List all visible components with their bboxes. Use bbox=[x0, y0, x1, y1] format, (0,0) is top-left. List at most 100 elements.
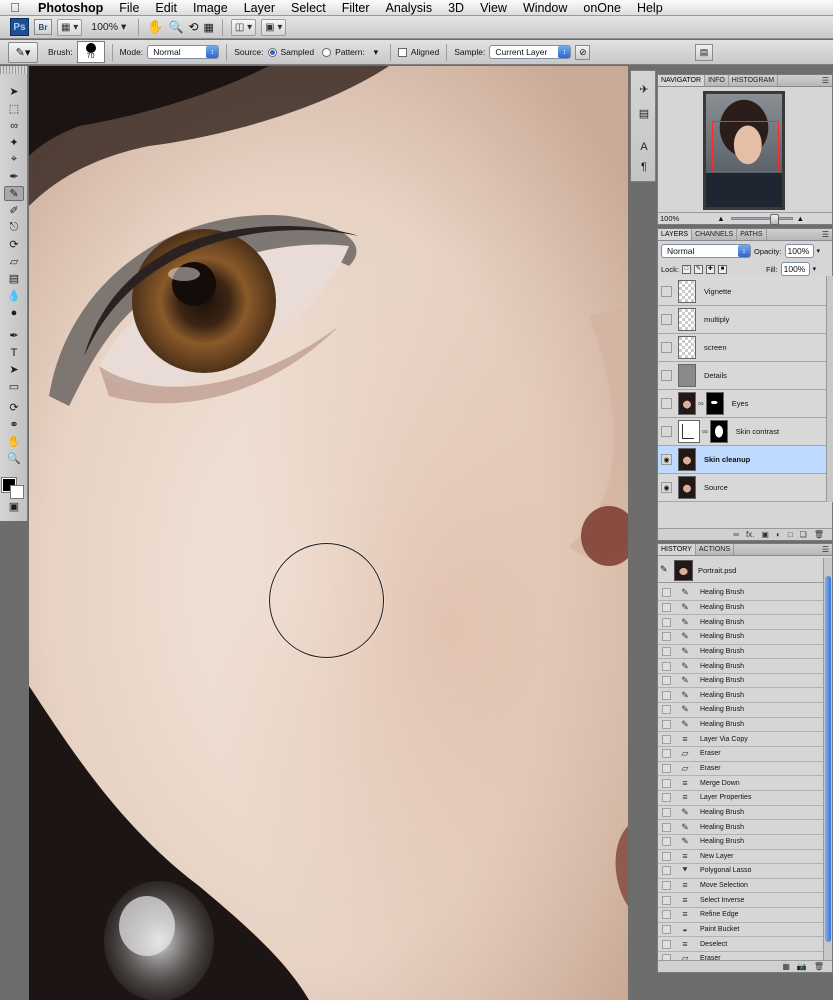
history-item[interactable]: ✎ Healing Brush bbox=[658, 718, 826, 733]
menu-onone[interactable]: onOne bbox=[575, 0, 629, 16]
eye-icon[interactable]: ◉ bbox=[661, 454, 672, 465]
layers-scrollbar[interactable] bbox=[826, 276, 833, 502]
hand-tool-icon[interactable]: ✋ bbox=[4, 434, 24, 449]
history-item[interactable]: ≡ Move Selection bbox=[658, 879, 826, 894]
brush-tool-icon[interactable]: ✐ bbox=[4, 203, 24, 218]
marquee-tool-icon[interactable]: ⬚ bbox=[4, 101, 24, 116]
type-tool-icon[interactable]: T bbox=[4, 345, 24, 360]
navigator-view-box[interactable] bbox=[712, 121, 779, 172]
ignore-adjustment-layers-button[interactable]: ⊘ bbox=[575, 44, 591, 60]
menu-image[interactable]: Image bbox=[185, 0, 236, 16]
aligned-checkbox[interactable] bbox=[397, 47, 407, 57]
menu-photoshop[interactable]: Photoshop bbox=[30, 0, 111, 16]
lock-position-icon[interactable]: ✚ bbox=[705, 264, 715, 274]
fill-field[interactable]: 100% bbox=[780, 262, 810, 276]
history-item[interactable]: ✎ Healing Brush bbox=[658, 586, 826, 601]
history-brush-source-toggle[interactable] bbox=[662, 764, 671, 773]
history-item[interactable]: ✎ Healing Brush bbox=[658, 688, 826, 704]
rotate-view-icon[interactable]: ⟲ bbox=[188, 20, 198, 34]
lock-all-icon[interactable]: ■ bbox=[717, 264, 727, 274]
layer-row-selected[interactable]: ◉ Skin cleanup bbox=[658, 446, 826, 474]
history-item[interactable]: ✎ Healing Brush bbox=[658, 615, 826, 630]
gradient-tool-icon[interactable]: ▤ bbox=[4, 271, 24, 286]
tool-preset-picker[interactable]: ✎▾ bbox=[8, 41, 38, 63]
history-brush-source-icon[interactable]: ✎ bbox=[660, 564, 670, 576]
history-item[interactable]: ≡ Merge Down bbox=[658, 776, 826, 791]
apple-icon[interactable]:  bbox=[0, 0, 30, 15]
layer-mask-thumbnail[interactable] bbox=[709, 420, 728, 443]
quick-mask-icon[interactable]: ▣ bbox=[4, 499, 24, 514]
sample-select[interactable]: Current Layer ↕ bbox=[489, 45, 572, 59]
menu-view[interactable]: View bbox=[472, 0, 515, 16]
shape-tool-icon[interactable]: ▭ bbox=[4, 379, 24, 394]
brushes-icon[interactable]: ▤ bbox=[636, 105, 652, 121]
screen-mode-button[interactable]: ▣ ▾ bbox=[261, 18, 287, 36]
visibility-toggle[interactable] bbox=[661, 342, 672, 353]
bridge-button[interactable]: Br bbox=[34, 19, 52, 35]
path-selection-tool-icon[interactable]: ➤ bbox=[4, 362, 24, 377]
history-brush-source-toggle[interactable] bbox=[662, 851, 671, 861]
chevron-down-icon[interactable]: ▾ bbox=[817, 247, 821, 255]
history-item[interactable]: ✎ Healing Brush bbox=[658, 601, 826, 616]
crop-tool-icon[interactable]: ⌖ bbox=[4, 152, 24, 167]
background-color-swatch[interactable] bbox=[10, 485, 24, 499]
navigator-zoom-value[interactable]: 100% bbox=[660, 214, 679, 223]
layer-row[interactable]: multiply bbox=[658, 306, 826, 334]
3d-orbit-tool-icon[interactable]: ⚭ bbox=[4, 417, 24, 432]
history-item[interactable]: ✎ Healing Brush bbox=[658, 659, 826, 674]
healing-brush-tool-icon[interactable]: ✎ bbox=[4, 186, 24, 201]
menu-help[interactable]: Help bbox=[629, 0, 671, 16]
pattern-picker[interactable]: ▾ bbox=[369, 45, 383, 60]
workspace-button[interactable]: ▤ bbox=[695, 43, 713, 61]
layer-row[interactable]: Vignette bbox=[658, 278, 826, 306]
trash-icon[interactable]: 🗑 bbox=[814, 962, 824, 971]
menu-3d[interactable]: 3D bbox=[440, 0, 472, 16]
history-item[interactable]: ✎ Healing Brush bbox=[658, 703, 826, 718]
grid-icon[interactable]: ▦ bbox=[204, 21, 214, 34]
history-brush-source-toggle[interactable] bbox=[662, 822, 671, 832]
history-brush-source-toggle[interactable] bbox=[662, 895, 671, 905]
eyedropper-tool-icon[interactable]: ✒ bbox=[4, 169, 24, 184]
tool-presets-icon[interactable]: ✈ bbox=[636, 81, 652, 97]
history-item[interactable]: ◒ Paint Bucket bbox=[658, 923, 826, 938]
menu-edit[interactable]: Edit bbox=[147, 0, 185, 16]
history-brush-source-toggle[interactable] bbox=[662, 807, 671, 817]
history-snapshot[interactable]: ✎ Portrait.psd bbox=[658, 558, 826, 583]
sampled-radio[interactable] bbox=[267, 47, 277, 57]
lasso-tool-icon[interactable]: ∞ bbox=[4, 118, 24, 133]
history-brush-source-toggle[interactable] bbox=[662, 881, 671, 891]
new-group-icon[interactable]: □ bbox=[788, 530, 793, 539]
hand-tool-icon[interactable]: ✋ bbox=[147, 19, 163, 35]
history-item[interactable]: ⯆ Polygonal Lasso bbox=[658, 864, 826, 879]
history-brush-source-toggle[interactable] bbox=[662, 910, 671, 920]
zoom-slider[interactable] bbox=[730, 214, 793, 225]
menu-file[interactable]: File bbox=[111, 0, 147, 16]
panel-menu-icon[interactable]: ☰ bbox=[822, 545, 829, 554]
history-item[interactable]: ≡ Refine Edge bbox=[658, 908, 826, 923]
history-item[interactable]: ✎ Healing Brush bbox=[658, 645, 826, 660]
layer-style-icon[interactable]: fx. bbox=[746, 530, 754, 539]
history-item[interactable]: ✎ Healing Brush bbox=[658, 806, 826, 821]
zoom-tool-icon[interactable]: 🔍 bbox=[4, 451, 24, 466]
history-brush-source-toggle[interactable] bbox=[662, 690, 671, 700]
tab-histogram[interactable]: HISTOGRAM bbox=[729, 75, 779, 86]
history-item[interactable]: ✎ Healing Brush bbox=[658, 674, 826, 689]
history-brush-source-toggle[interactable] bbox=[662, 588, 671, 598]
history-brush-source-toggle[interactable] bbox=[662, 646, 671, 656]
history-brush-source-toggle[interactable] bbox=[662, 617, 671, 627]
zoom-in-icon[interactable]: ▲ bbox=[797, 214, 804, 223]
navigator-preview[interactable] bbox=[703, 91, 785, 210]
history-item[interactable]: ▱ Eraser bbox=[658, 762, 826, 777]
blend-mode-select[interactable]: Normal ↕ bbox=[661, 244, 751, 258]
zoom-tool-icon[interactable]: 🔍 bbox=[169, 20, 184, 34]
mode-select[interactable]: Normal ↕ bbox=[147, 45, 220, 59]
layer-row[interactable]: Details bbox=[658, 362, 826, 390]
history-item[interactable]: ≡ Select Inverse bbox=[658, 893, 826, 909]
link-icon[interactable]: ∞ bbox=[698, 399, 704, 408]
blur-tool-icon[interactable]: 💧 bbox=[4, 288, 24, 303]
panel-menu-icon[interactable]: ☰ bbox=[822, 230, 829, 239]
history-brush-source-toggle[interactable] bbox=[662, 793, 671, 803]
zoom-out-icon[interactable]: ▲ bbox=[717, 214, 724, 223]
clone-stamp-tool-icon[interactable]: ⎋ bbox=[4, 220, 24, 235]
link-layers-icon[interactable]: ∞ bbox=[733, 530, 739, 539]
